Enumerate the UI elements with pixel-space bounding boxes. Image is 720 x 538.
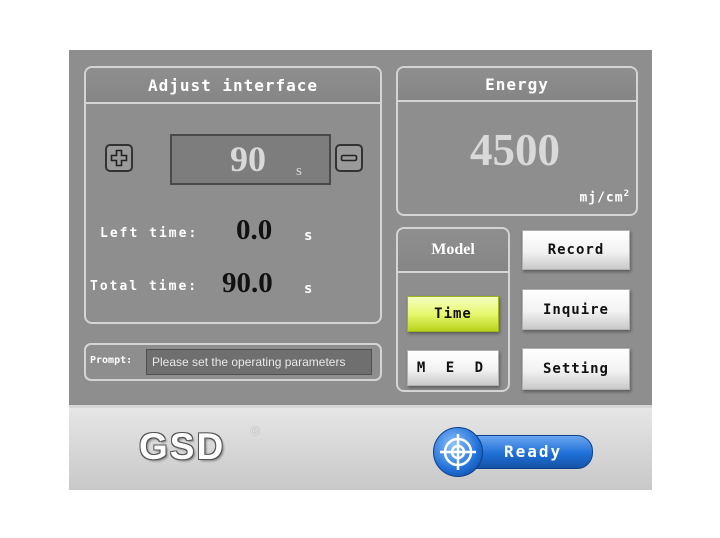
device-screen: Adjust interface 90 s Left time: 0.0 s T… — [69, 50, 652, 490]
plus-icon — [110, 149, 128, 167]
minus-icon — [340, 154, 358, 162]
prompt-message: Please set the operating parameters — [152, 355, 346, 369]
energy-panel-title: Energy — [398, 68, 636, 102]
record-button[interactable]: Record — [522, 230, 630, 270]
total-time-label: Total time: — [90, 279, 199, 294]
model-option-med[interactable]: M E D — [407, 350, 499, 386]
model-panel-title: Model — [398, 229, 508, 273]
registered-mark: ® — [251, 424, 260, 440]
duration-display: 90 s — [170, 134, 331, 185]
duration-unit: s — [296, 163, 302, 179]
duration-value: 90 — [230, 139, 266, 179]
total-time-value: 90.0 — [222, 267, 273, 299]
adjust-panel-title: Adjust interface — [86, 68, 380, 104]
energy-panel: Energy 4500 mj/cm2 — [396, 66, 638, 216]
ready-label: Ready — [504, 442, 563, 461]
energy-unit: mj/cm2 — [579, 189, 630, 205]
model-option-time[interactable]: Time — [407, 296, 499, 332]
target-icon — [433, 427, 483, 477]
bottom-bar: GSD ® Ready — [69, 405, 652, 490]
left-time-value: 0.0 — [236, 214, 273, 246]
model-panel: Model Time M E D — [396, 227, 510, 392]
brand-logo: GSD ® — [139, 424, 259, 468]
energy-value: 4500 — [470, 125, 560, 175]
prompt-label: Prompt: — [90, 355, 133, 366]
increase-button[interactable] — [105, 144, 133, 172]
inquire-button[interactable]: Inquire — [522, 289, 630, 330]
ready-status[interactable]: Ready — [433, 427, 593, 477]
left-time-label: Left time: — [100, 226, 199, 241]
left-time-unit: s — [304, 228, 313, 244]
energy-unit-sup: 2 — [623, 189, 630, 199]
decrease-button[interactable] — [335, 144, 363, 172]
prompt-bar: Prompt: Please set the operating paramet… — [84, 343, 382, 381]
brand-logo-text: GSD — [139, 426, 226, 467]
energy-unit-base: mj/cm — [579, 190, 624, 206]
setting-button[interactable]: Setting — [522, 348, 630, 390]
prompt-message-box: Please set the operating parameters — [146, 349, 372, 375]
total-time-unit: s — [304, 281, 313, 297]
adjust-panel: Adjust interface 90 s Left time: 0.0 s T… — [84, 66, 382, 324]
